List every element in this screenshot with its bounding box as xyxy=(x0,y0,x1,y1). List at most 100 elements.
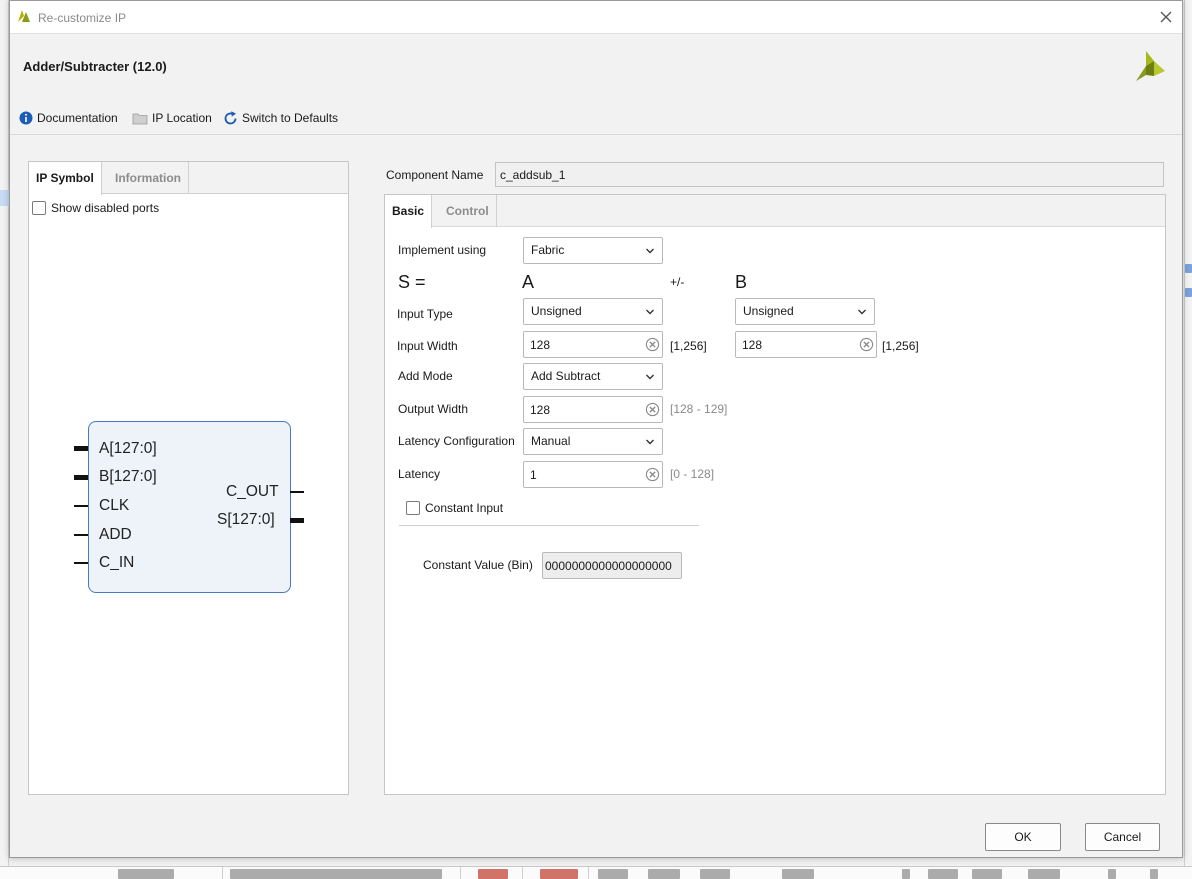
constant-value-label: Constant Value (Bin) xyxy=(423,558,533,572)
port-stub-c-out xyxy=(290,491,304,493)
close-icon xyxy=(1160,11,1172,23)
latency-label: Latency xyxy=(398,467,441,481)
configuration-panel: Basic Control Implement using Fabric S =… xyxy=(384,194,1166,795)
ip-symbol-panel: IP Symbol Information Show disabled port… xyxy=(28,161,349,795)
port-stub-c-in xyxy=(74,562,88,564)
background-link xyxy=(1185,288,1192,297)
port-c-in: C_IN xyxy=(99,554,135,571)
add-mode-select[interactable]: Add Subtract xyxy=(523,363,663,390)
background-cell xyxy=(928,869,958,879)
background-selection xyxy=(0,190,9,206)
background-left-pane xyxy=(0,0,9,879)
port-stub-add xyxy=(74,534,88,536)
show-disabled-ports-label: Show disabled ports xyxy=(51,201,160,215)
latency-configuration-label: Latency Configuration xyxy=(398,434,515,448)
equation-operator: +/- xyxy=(670,275,685,289)
component-name-field[interactable]: c_addsub_1 xyxy=(495,162,1164,187)
xilinx-logo-icon xyxy=(1133,49,1169,83)
implement-using-label: Implement using xyxy=(398,243,487,257)
background-link xyxy=(1185,264,1192,273)
input-type-a-select[interactable]: Unsigned xyxy=(523,298,663,325)
output-width-value: 128 xyxy=(530,403,551,417)
clear-icon[interactable] xyxy=(859,337,874,352)
input-width-b-value: 128 xyxy=(742,338,763,352)
switch-to-defaults-button[interactable]: Switch to Defaults xyxy=(223,109,338,127)
port-stub-s xyxy=(290,518,304,523)
background-cell xyxy=(1108,869,1116,879)
background-cell xyxy=(700,869,730,879)
tab-information[interactable]: Information xyxy=(108,162,189,194)
component-name-label: Component Name xyxy=(386,168,484,182)
config-tabs: Basic Control xyxy=(385,195,1165,228)
vivado-app-icon xyxy=(16,8,32,24)
clear-icon[interactable] xyxy=(645,337,660,352)
ip-title: Adder/Subtracter (12.0) xyxy=(23,59,167,74)
latency-configuration-select[interactable]: Manual xyxy=(523,428,663,455)
input-width-a-value: 128 xyxy=(530,338,551,352)
show-disabled-ports-checkbox[interactable] xyxy=(32,201,46,215)
title-bar: Re-customize IP xyxy=(10,1,1182,34)
implement-using-select[interactable]: Fabric xyxy=(523,237,663,264)
switch-to-defaults-label: Switch to Defaults xyxy=(242,111,339,125)
ip-location-label: IP Location xyxy=(152,111,212,125)
input-type-b-value: Unsigned xyxy=(743,304,794,318)
port-b: B[127:0] xyxy=(99,468,157,485)
port-s: S[127:0] xyxy=(217,511,275,528)
background-cell xyxy=(648,869,680,879)
tab-basic[interactable]: Basic xyxy=(385,195,433,228)
input-type-b-select[interactable]: Unsigned xyxy=(735,298,875,325)
left-tabs: IP Symbol Information xyxy=(29,162,348,195)
latency-value: 1 xyxy=(530,468,537,482)
close-button[interactable] xyxy=(1156,7,1176,27)
folder-icon xyxy=(132,113,148,125)
tab-control[interactable]: Control xyxy=(439,195,497,227)
output-width-label: Output Width xyxy=(398,402,469,416)
background-cell xyxy=(782,869,814,879)
tab-ip-symbol[interactable]: IP Symbol xyxy=(29,162,102,195)
port-clk: CLK xyxy=(99,497,130,514)
equation-s: S = xyxy=(398,272,426,292)
window-title: Re-customize IP xyxy=(38,11,127,25)
chevron-down-icon xyxy=(646,374,654,380)
latency-range: [0 - 128] xyxy=(670,467,715,481)
ok-button[interactable]: OK xyxy=(985,823,1061,851)
chevron-down-icon xyxy=(858,309,866,315)
chevron-down-icon xyxy=(646,309,654,315)
constant-input-label: Constant Input xyxy=(425,501,504,515)
ip-location-button[interactable]: IP Location xyxy=(132,109,212,127)
port-add: ADD xyxy=(99,526,132,543)
header-divider xyxy=(10,134,1182,135)
input-width-b-field[interactable]: 128 xyxy=(735,331,877,358)
port-c-out: C_OUT xyxy=(226,483,279,500)
input-width-a-range: [1,256] xyxy=(670,339,707,353)
info-icon xyxy=(19,111,33,125)
latency-configuration-value: Manual xyxy=(531,434,571,448)
background-cell xyxy=(478,869,508,879)
output-width-field[interactable]: 128 xyxy=(523,396,663,423)
input-type-label: Input Type xyxy=(397,307,453,321)
refresh-icon xyxy=(224,110,237,124)
input-width-b-range: [1,256] xyxy=(882,339,919,353)
implement-using-value: Fabric xyxy=(531,243,565,257)
latency-field[interactable]: 1 xyxy=(523,461,663,488)
background-cell xyxy=(598,869,628,879)
cancel-button[interactable]: Cancel xyxy=(1085,823,1160,851)
equation-b: B xyxy=(735,272,748,292)
input-width-a-field[interactable]: 128 xyxy=(523,331,663,358)
constant-value-field: 0000000000000000000 xyxy=(542,552,682,579)
re-customize-ip-dialog: Re-customize IP Adder/Subtracter (12.0) … xyxy=(9,0,1183,858)
port-stub-clk xyxy=(74,505,88,507)
clear-icon[interactable] xyxy=(645,402,660,417)
add-mode-label: Add Mode xyxy=(398,369,453,383)
chevron-down-icon xyxy=(646,248,654,254)
constant-input-divider xyxy=(399,525,699,526)
background-cell xyxy=(230,869,442,879)
equation-a: A xyxy=(522,272,535,292)
background-cell xyxy=(902,869,910,879)
constant-input-checkbox[interactable] xyxy=(406,501,420,515)
background-table-row xyxy=(0,866,1192,879)
documentation-button[interactable]: Documentation xyxy=(19,109,118,127)
input-type-a-value: Unsigned xyxy=(531,304,582,318)
background-cell xyxy=(118,869,174,879)
clear-icon[interactable] xyxy=(645,467,660,482)
